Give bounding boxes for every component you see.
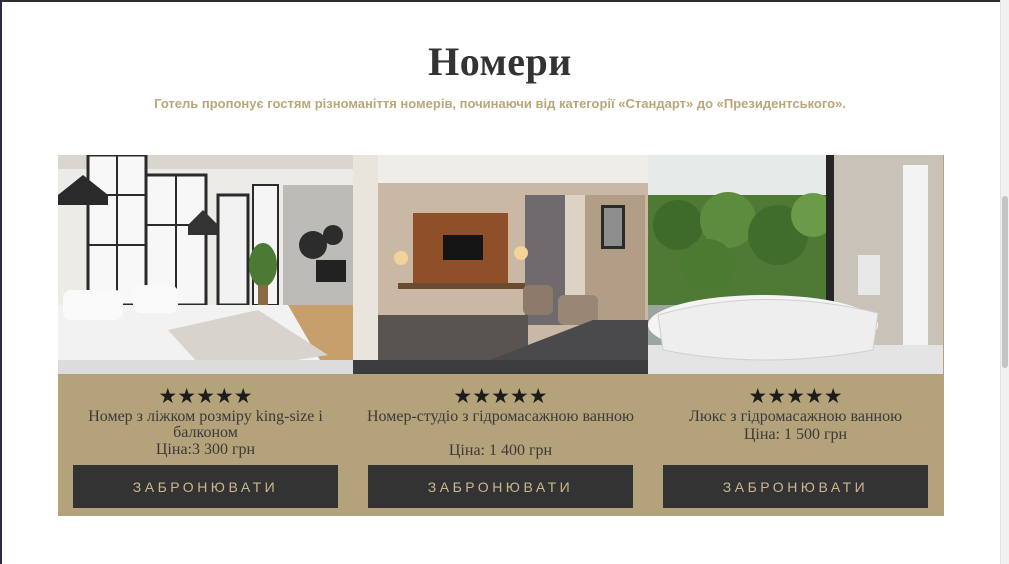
bedroom-photo[interactable] xyxy=(58,155,353,374)
section-subtitle: Готель пропонує гостям різноманіття номе… xyxy=(154,96,846,111)
rating-stars: ★★★★★ xyxy=(158,384,253,408)
room-price: Ціна: 1 400 грн xyxy=(448,442,553,459)
bathtub-photo[interactable] xyxy=(648,155,943,374)
room-price: Ціна: 1 500 грн xyxy=(743,426,848,443)
rooms-grid: ★★★★★ Номер з ліжком розміру king-size і… xyxy=(58,155,944,516)
room-title: Номер з ліжком розміру king-size і балко… xyxy=(88,408,323,441)
room-card: ★★★★★ Номер-студіо з гідромасажною ванно… xyxy=(353,155,648,516)
room-card: ★★★★★ Люкс з гідромасажною ванною Ціна: … xyxy=(648,155,943,516)
rating-stars: ★★★★★ xyxy=(453,384,548,408)
book-button[interactable]: ЗАБРОНЮВАТИ xyxy=(73,465,338,508)
book-button[interactable]: ЗАБРОНЮВАТИ xyxy=(368,465,633,508)
section-title: Номери xyxy=(428,39,572,84)
room-card: ★★★★★ Номер з ліжком розміру king-size і… xyxy=(58,155,353,516)
room-title: Люкс з гідромасажною ванною xyxy=(688,408,903,425)
studio-room-photo[interactable] xyxy=(353,155,648,374)
room-title: Номер-студіо з гідромасажною ванною xyxy=(366,408,635,425)
room-price: Ціна:3 300 грн xyxy=(155,441,256,458)
scrollbar-thumb[interactable] xyxy=(1002,196,1008,368)
top-border xyxy=(0,0,1000,2)
rating-stars: ★★★★★ xyxy=(748,384,843,408)
book-button[interactable]: ЗАБРОНЮВАТИ xyxy=(663,465,928,508)
